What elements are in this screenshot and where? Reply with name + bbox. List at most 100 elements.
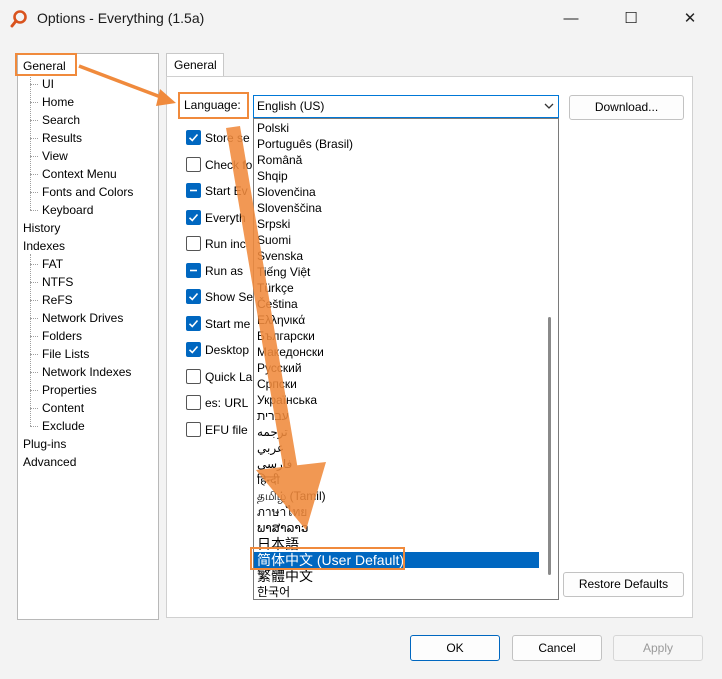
tree-connector xyxy=(30,84,38,85)
tree-connector xyxy=(30,426,38,427)
tree-connector xyxy=(30,102,38,103)
language-option[interactable]: Türkçe xyxy=(257,280,294,296)
tree-item-network-indexes[interactable]: Network Indexes xyxy=(42,364,131,380)
tree-item-indexes[interactable]: Indexes xyxy=(23,238,65,254)
language-option[interactable]: Čeština xyxy=(257,296,298,312)
language-option[interactable]: Srpski xyxy=(257,216,290,232)
tree-item-history[interactable]: History xyxy=(23,220,60,236)
indeterminate-icon xyxy=(190,269,197,272)
tree-item-folders[interactable]: Folders xyxy=(42,328,82,344)
apply-button[interactable]: Apply xyxy=(613,635,703,661)
download-button[interactable]: Download... xyxy=(569,95,684,120)
language-value: English (US) xyxy=(257,99,325,113)
language-option[interactable]: ภาษาไทย xyxy=(257,504,307,520)
tree-item-content[interactable]: Content xyxy=(42,400,84,416)
tree-item-ntfs[interactable]: NTFS xyxy=(42,274,73,290)
tree-item-home[interactable]: Home xyxy=(42,94,74,110)
checkmark-icon xyxy=(188,345,199,354)
language-option[interactable]: Српски xyxy=(257,376,297,392)
language-option[interactable]: עברית xyxy=(257,408,289,424)
language-option[interactable]: Македонски xyxy=(257,344,324,360)
restore-defaults-button[interactable]: Restore Defaults xyxy=(563,572,684,597)
language-combobox[interactable]: English (US) xyxy=(253,95,559,118)
language-highlight-box xyxy=(178,92,249,119)
language-option[interactable]: हिन्दी xyxy=(257,472,280,488)
tree-item-fonts-and-colors[interactable]: Fonts and Colors xyxy=(42,184,133,200)
ok-button[interactable]: OK xyxy=(410,635,500,661)
tree-item-exclude[interactable]: Exclude xyxy=(42,418,85,434)
option-checkbox[interactable] xyxy=(186,395,201,410)
options-tree[interactable]: General UI Home Search Results View Context Me… xyxy=(17,53,159,620)
option-checkbox[interactable] xyxy=(186,369,201,384)
maximize-button[interactable]: ☐ xyxy=(620,8,642,30)
language-option[interactable]: தமிழ் (Tamil) xyxy=(257,488,326,504)
minimize-button[interactable]: — xyxy=(560,8,582,30)
language-option[interactable]: Română xyxy=(257,152,302,168)
option-checkbox[interactable] xyxy=(186,316,201,331)
tree-item-view[interactable]: View xyxy=(42,148,68,164)
close-button[interactable]: ✕ xyxy=(679,8,701,30)
option-checkbox[interactable] xyxy=(186,236,201,251)
tree-item-search[interactable]: Search xyxy=(42,112,80,128)
tree-item-file-lists[interactable]: File Lists xyxy=(42,346,89,362)
option-checkbox-label: EFU file xyxy=(205,423,248,437)
tree-connector xyxy=(30,254,31,426)
option-checkbox-label: Desktop xyxy=(205,343,250,357)
language-option[interactable]: 繁體中文 xyxy=(257,568,313,584)
language-option[interactable]: ترجمه xyxy=(257,424,288,440)
minimize-icon: — xyxy=(563,10,579,27)
option-checkbox[interactable] xyxy=(186,130,201,145)
language-option[interactable]: Slovenčina xyxy=(257,184,316,200)
language-option[interactable]: Polski xyxy=(257,120,289,136)
tab-general[interactable]: General xyxy=(166,53,224,77)
option-checkbox[interactable] xyxy=(186,210,201,225)
option-checkbox-label: Start me xyxy=(205,317,251,331)
tree-item-results[interactable]: Results xyxy=(42,130,82,146)
language-option[interactable]: Русский xyxy=(257,360,302,376)
language-option[interactable]: Português (Brasil) xyxy=(257,136,353,152)
cancel-button[interactable]: Cancel xyxy=(512,635,602,661)
tree-connector xyxy=(30,156,38,157)
language-option[interactable]: Shqip xyxy=(257,168,288,184)
tree-item-properties[interactable]: Properties xyxy=(42,382,97,398)
option-checkbox-label: Show Se xyxy=(205,290,254,304)
language-option[interactable]: 한국어 xyxy=(257,584,290,599)
language-option[interactable]: عربي xyxy=(257,440,284,456)
tree-item-context-menu[interactable]: Context Menu xyxy=(42,166,117,182)
tree-connector xyxy=(30,192,38,193)
tree-item-keyboard[interactable]: Keyboard xyxy=(42,202,93,218)
option-checkbox[interactable] xyxy=(186,183,201,198)
option-checkbox-label: Start Ev xyxy=(205,184,248,198)
magnifier-icon xyxy=(10,10,27,28)
tree-connector xyxy=(30,300,38,301)
option-checkbox[interactable] xyxy=(186,263,201,278)
tree-item-network-drives[interactable]: Network Drives xyxy=(42,310,123,326)
tree-item-ui[interactable]: UI xyxy=(42,76,54,92)
option-checkbox[interactable] xyxy=(186,422,201,437)
language-option[interactable]: Suomi xyxy=(257,232,291,248)
tree-item-advanced[interactable]: Advanced xyxy=(23,454,76,470)
language-option[interactable]: Svenska xyxy=(257,248,303,264)
tree-item-fat[interactable]: FAT xyxy=(42,256,63,272)
option-checkbox[interactable] xyxy=(186,289,201,304)
checkmark-icon xyxy=(188,292,199,301)
tree-connector xyxy=(30,408,38,409)
indeterminate-icon xyxy=(190,189,197,192)
language-option[interactable]: Български xyxy=(257,328,315,344)
language-option[interactable]: Slovenščina xyxy=(257,200,322,216)
option-checkbox[interactable] xyxy=(186,157,201,172)
tree-connector xyxy=(30,120,38,121)
tree-connector xyxy=(30,372,38,373)
language-option[interactable]: Tiếng Việt xyxy=(257,264,310,280)
dropdown-scrollbar[interactable] xyxy=(548,317,551,575)
maximize-icon: ☐ xyxy=(624,10,638,27)
language-dropdown-list[interactable]: Polski Português (Brasil) Română Shqip Slove… xyxy=(253,118,559,600)
option-checkbox[interactable] xyxy=(186,342,201,357)
tree-item-refs[interactable]: ReFS xyxy=(42,292,73,308)
tree-item-plug-ins[interactable]: Plug-ins xyxy=(23,436,66,452)
checkmark-icon xyxy=(188,133,199,142)
language-option[interactable]: Українська xyxy=(257,392,317,408)
language-option[interactable]: ພາສາລາວ xyxy=(257,520,308,536)
language-option[interactable]: فارسی xyxy=(257,456,292,472)
language-option[interactable]: Ελληνικά xyxy=(257,312,305,328)
